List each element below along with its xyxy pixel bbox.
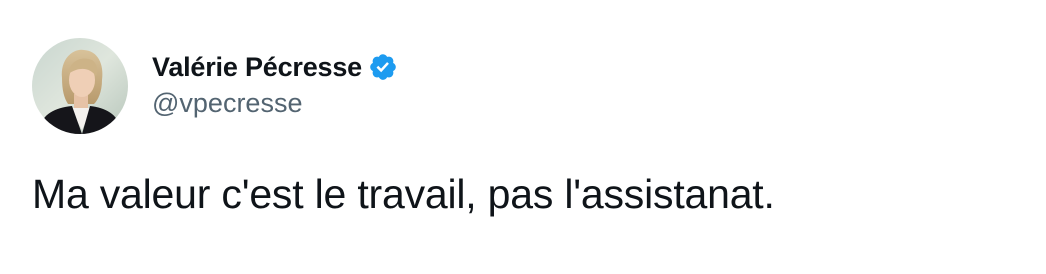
author-handle[interactable]: @vpecresse (152, 88, 302, 119)
avatar-photo (32, 38, 128, 134)
tweet-text: Ma valeur c'est le travail, pas l'assist… (32, 171, 775, 217)
tweet-card: Valérie Pécresse @vpecresse Ma valeur c'… (0, 0, 1046, 274)
author-name-row: Valérie Pécresse (152, 47, 398, 87)
verified-badge-icon (368, 52, 398, 82)
author-display-name[interactable]: Valérie Pécresse (152, 52, 362, 83)
avatar[interactable] (32, 38, 128, 134)
